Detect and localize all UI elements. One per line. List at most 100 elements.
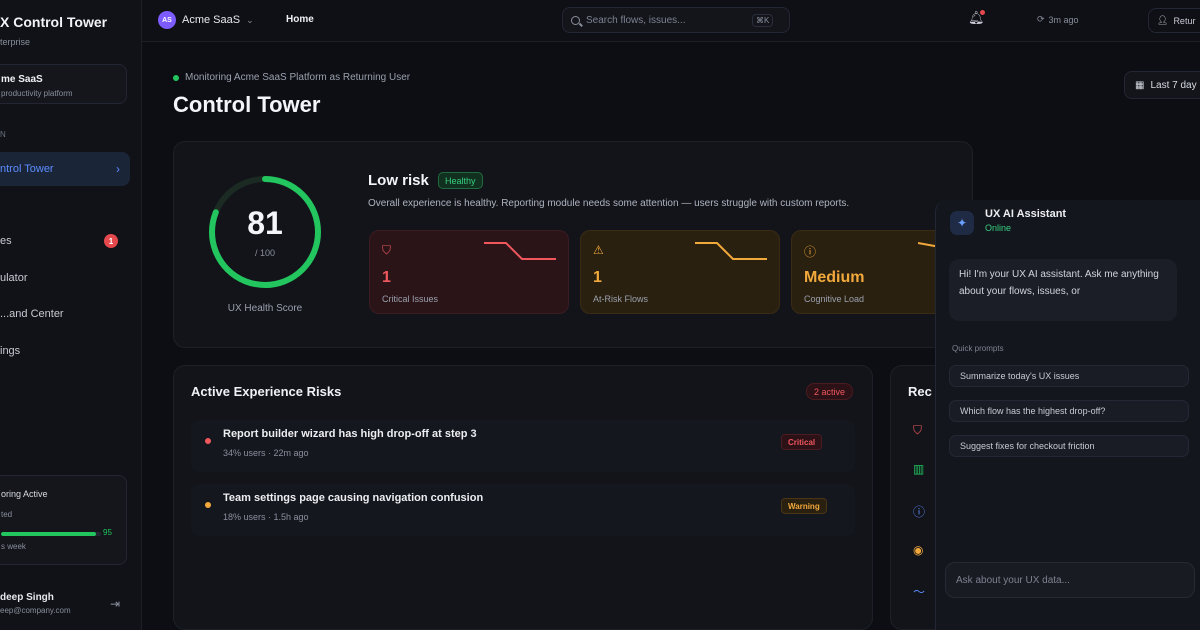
user-menu-label: Retur (1173, 15, 1196, 26)
severity-badge: Warning (781, 498, 827, 514)
status-badge: Healthy (438, 172, 483, 189)
calendar-icon: ▦ (1135, 79, 1145, 91)
page-title: Control Tower (173, 92, 321, 117)
search-icon (571, 15, 580, 25)
chevron-right-icon: › (116, 162, 120, 176)
assistant-input-box[interactable] (945, 562, 1195, 598)
shield-icon: ⛉ (913, 423, 923, 437)
workspace-switcher[interactable]: me SaaS productivity platform (0, 64, 127, 104)
risk-row[interactable]: Team settings page causing navigation co… (191, 484, 855, 536)
monitoring-title: oring Active (1, 489, 48, 499)
search-shortcut: ⌘K (752, 13, 774, 27)
workspace-name: me SaaS (1, 74, 43, 85)
kpi-critical-issues[interactable]: ⛉ 1 Critical Issues (369, 230, 569, 314)
severity-badge: Critical (781, 434, 823, 450)
monitoring-card: oring Active ted 95 s week (0, 475, 127, 565)
kpi-value: 1 (593, 269, 602, 286)
search-input[interactable] (586, 14, 746, 26)
user-icon: 👤︎ (1157, 15, 1169, 25)
sidebar-item-label: es (0, 235, 12, 247)
date-range-label: Last 7 day (1150, 79, 1197, 91)
sidebar-item-control-tower[interactable]: ntrol Tower › (0, 152, 130, 186)
sidebar-item-label: ulator (0, 272, 28, 284)
breadcrumb-home[interactable]: Home (286, 14, 314, 25)
recommendations-title: Rec (908, 384, 932, 399)
sidebar-item-issues[interactable]: es 1 (0, 224, 130, 258)
org-avatar: AS (158, 11, 176, 29)
assistant-status: Online (985, 223, 1012, 233)
bar-chart-icon: ▥ (913, 462, 925, 476)
user-name: deep Singh (0, 592, 54, 603)
notification-dot (980, 10, 985, 15)
date-range-picker[interactable]: ▦ Last 7 day (1124, 71, 1200, 99)
user-email: eep@company.com (0, 606, 71, 615)
risk-meta: 34% users · 22m ago (223, 448, 309, 458)
health-score-max: / 100 (254, 248, 276, 258)
shield-alert-icon: ⛉ (382, 243, 392, 257)
brand-subtitle: terprise (0, 37, 31, 47)
refresh-time: 3m ago (1048, 14, 1079, 25)
monitoring-subtitle: ted (1, 510, 13, 519)
sidebar-item-simulator[interactable]: ulator (0, 261, 130, 295)
risk-title: Team settings page causing navigation co… (223, 492, 484, 504)
severity-dot (205, 438, 211, 444)
health-score-label: UX Health Score (227, 303, 303, 314)
trend-sparkline (695, 242, 767, 260)
org-switcher[interactable]: AS Acme SaaS ⌄ (158, 8, 254, 32)
health-score-value: 81 (247, 205, 283, 241)
assistant-message: Hi! I'm your UX AI assistant. Ask me any… (949, 259, 1177, 321)
quick-prompt-button[interactable]: Suggest fixes for checkout friction (949, 435, 1189, 457)
kpi-value: 1 (382, 269, 391, 286)
sparkline-line (695, 242, 767, 260)
live-status-dot (173, 74, 179, 81)
monitoring-progress-fill (1, 532, 96, 536)
risk-meta: 18% users · 1.5h ago (223, 512, 309, 522)
quick-prompt-button[interactable]: Which flow has the highest drop-off? (949, 400, 1189, 422)
quick-prompts-label: Quick prompts (952, 344, 1004, 353)
logout-icon[interactable]: ⇥ (110, 597, 120, 611)
sidebar-item-label: ...and Center (0, 308, 64, 320)
search-bar[interactable]: ⌘K (562, 7, 790, 33)
sidebar: X Control Tower terprise me SaaS product… (0, 0, 142, 630)
risk-title: Report builder wizard has high drop-off … (223, 428, 477, 440)
trend-sparkline (484, 242, 556, 260)
topbar: AS Acme SaaS ⌄ Home ⌘K ⟳ 3m ago (142, 0, 1200, 42)
sidebar-item-label: ings (0, 345, 21, 357)
quick-prompt-button[interactable]: Summarize today's UX issues (949, 365, 1189, 387)
monitoring-text: Monitoring Acme SaaS Platform as Returni… (185, 72, 411, 83)
monitoring-progress (1, 532, 101, 536)
refresh-status[interactable]: ⟳ 3m ago (1037, 14, 1079, 25)
activity-icon: 〜 (913, 585, 926, 599)
workspace-subtitle: productivity platform (1, 89, 73, 98)
risk-row[interactable]: Report builder wizard has high drop-off … (191, 420, 855, 472)
severity-dot (205, 502, 211, 508)
kpi-label: Cognitive Load (804, 294, 865, 304)
refresh-icon: ⟳ (1037, 14, 1045, 24)
sparkline-line (484, 242, 556, 260)
chevron-down-icon: ⌄ (246, 14, 254, 25)
sidebar-item-command-center[interactable]: ...and Center (0, 297, 130, 331)
section-title: Active Experience Risks (191, 384, 342, 399)
issues-count-badge: 1 (104, 234, 118, 248)
monitoring-period: s week (1, 542, 26, 551)
kpi-cognitive-load[interactable]: ⓘ Medium Cognitive Load (791, 230, 958, 314)
monitoring-percent: 95 (103, 528, 112, 537)
info-icon: ⓘ (913, 505, 926, 519)
risk-summary: Overall experience is healthy. Reporting… (368, 198, 850, 209)
sidebar-item-label: ntrol Tower (0, 163, 54, 175)
org-name: Acme SaaS (182, 14, 241, 26)
brand-title: X Control Tower (0, 14, 108, 30)
user-menu-button[interactable]: 👤︎ Retur (1148, 8, 1200, 33)
assistant-input[interactable] (946, 563, 1194, 597)
active-count-badge: 2 active (806, 383, 854, 400)
risk-level: Low risk (368, 172, 429, 189)
kpi-value: Medium (804, 269, 865, 286)
info-icon: ⓘ (804, 245, 817, 259)
sparkle-icon: ✦ (950, 211, 974, 235)
assistant-name: UX AI Assistant (985, 208, 1067, 220)
kpi-at-risk-flows[interactable]: ⚠ 1 At-Risk Flows (580, 230, 780, 314)
eye-icon: ◉ (913, 543, 924, 557)
kpi-label: At-Risk Flows (593, 294, 649, 304)
sidebar-item-settings[interactable]: ings (0, 334, 130, 368)
kpi-label: Critical Issues (382, 294, 439, 304)
